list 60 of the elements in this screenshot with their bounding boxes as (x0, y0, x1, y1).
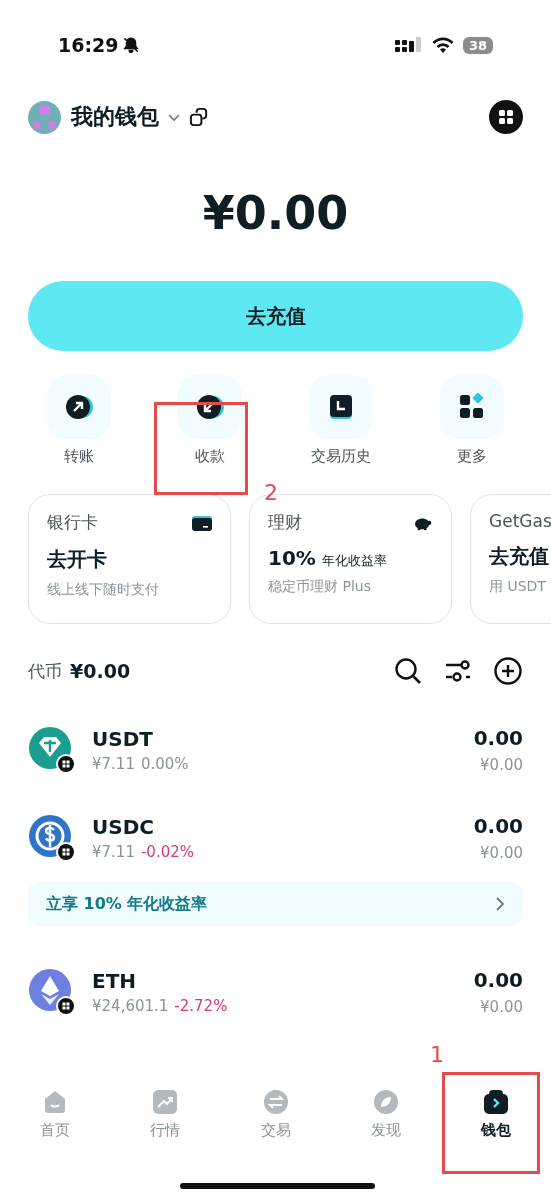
signal-icon (394, 37, 423, 53)
promo-card[interactable]: 银行卡 去开卡 线上线下随时支付 (28, 494, 231, 624)
token-symbol: USDT (92, 727, 154, 751)
grid-icon[interactable] (439, 375, 504, 439)
action-label[interactable]: 交易历史 (310, 447, 371, 466)
arrow-up-right-icon[interactable] (47, 375, 112, 439)
token-amount: 0.00 (473, 726, 523, 750)
card-subtitle: 用 USDT (489, 578, 547, 596)
compass-icon (372, 1089, 399, 1115)
apps-icon[interactable] (489, 100, 523, 134)
deposit-button[interactable]: 去充值 (28, 281, 523, 351)
card-subtitle: 稳定币理财 Plus (268, 578, 372, 596)
action-label[interactable]: 转账 (64, 447, 95, 466)
token-symbol: USDC (92, 815, 155, 839)
token-amount: 0.00 (473, 814, 523, 838)
card-headline: 10% (268, 546, 316, 570)
action-label[interactable]: 更多 (456, 447, 487, 466)
card-subtitle: 线上线下随时支付 (47, 581, 160, 599)
tokens-label: 代币 (28, 659, 62, 683)
token-symbol: ETH (92, 969, 138, 993)
price-change: -0.02% (140, 843, 195, 861)
card-title: GetGas (489, 511, 551, 531)
card-title: 理财 (268, 511, 302, 534)
annotation-number: 1 (430, 1042, 444, 1067)
token-price: ¥7.11 (92, 843, 135, 861)
token-price: ¥24,601.1 (92, 997, 169, 1015)
search-icon[interactable] (393, 656, 423, 686)
price-change: -2.72% (174, 997, 228, 1015)
clock-icon[interactable] (308, 375, 373, 439)
yield-banner[interactable]: 立享 10% 年化收益率 (28, 882, 523, 926)
battery-level: 38 (462, 36, 493, 54)
token-value: ¥0.00 (480, 998, 523, 1016)
avatar-icon (28, 100, 61, 134)
card-headline-note: 年化收益率 (321, 552, 387, 570)
tab-item[interactable]: 钱包 (440, 1089, 551, 1199)
wifi-icon (430, 36, 455, 54)
muted-bell-icon (122, 36, 141, 54)
add-icon[interactable] (493, 656, 523, 686)
price-change: 0.00% (140, 755, 189, 773)
bank-card-icon (192, 514, 212, 531)
tokens-total: ¥0.00 (70, 660, 131, 682)
status-time: 16:29 (58, 34, 119, 56)
card-title: 银行卡 (47, 511, 98, 534)
token-amount: 0.00 (473, 968, 523, 992)
copy-icon[interactable] (189, 106, 210, 128)
chevron-right-icon (495, 896, 505, 912)
promo-card[interactable]: GetGas 去充值 用 USDT (470, 494, 551, 624)
card-headline: 去开卡 (47, 546, 107, 573)
swap-icon (262, 1089, 289, 1115)
card-headline: 去充值 (489, 543, 549, 570)
chart-icon (152, 1089, 179, 1115)
chevron-down-icon[interactable] (167, 112, 181, 122)
total-balance: ¥0.00 (201, 185, 350, 242)
wallet-name[interactable]: 我的钱包 (71, 102, 159, 132)
action-label[interactable]: 收款 (195, 447, 226, 466)
arrow-down-left-icon[interactable] (178, 375, 243, 439)
token-value: ¥0.00 (480, 756, 523, 774)
wallet-icon (482, 1089, 509, 1115)
token-price: ¥7.11 (92, 755, 135, 773)
token-value: ¥0.00 (480, 844, 523, 862)
